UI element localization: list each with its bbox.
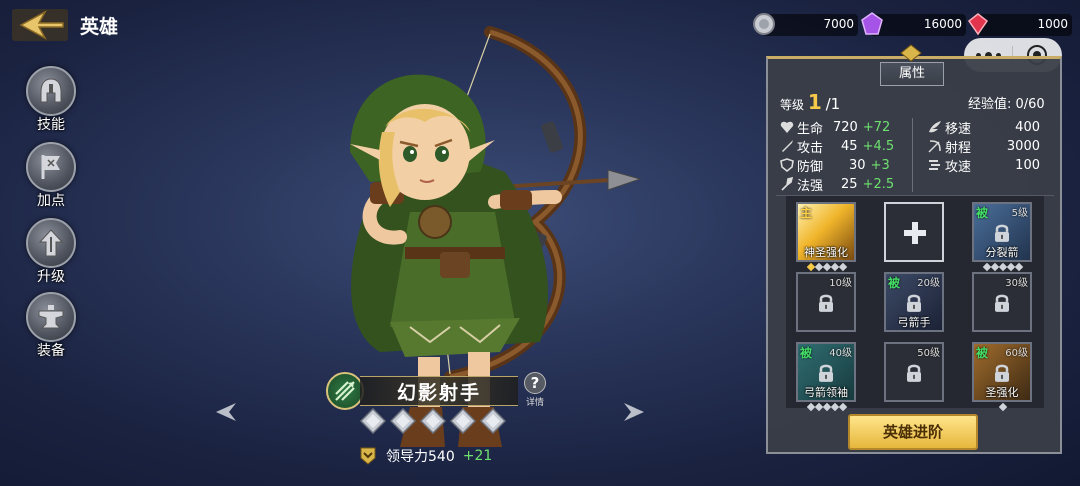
level-display: 等级 1 /1	[780, 90, 841, 114]
skill-star-icon	[998, 402, 1008, 412]
stat-defense: 防御 30 +3	[780, 156, 890, 175]
wing-icon	[928, 120, 942, 134]
skill-star-rating	[998, 402, 1008, 412]
purple-gem-icon	[858, 10, 886, 38]
speed-icon	[928, 158, 942, 172]
skill-star-rating	[806, 262, 848, 272]
skill-name: 弓箭手	[897, 316, 931, 329]
lock-icon	[995, 364, 1009, 382]
skill-slot[interactable]: 被 60级圣强化	[972, 342, 1032, 402]
skill-level-requirement: 20级	[917, 278, 940, 289]
sword-icon	[780, 139, 794, 153]
equipment-menu-button[interactable]: 装备	[20, 292, 90, 364]
stat-magic: 法强 25 +2.5	[780, 175, 894, 194]
upgrade-arrow-icon	[26, 218, 76, 268]
skill-level-requirement: 60级	[1005, 348, 1028, 359]
lock-icon	[995, 294, 1009, 312]
plus-icon	[904, 222, 926, 244]
skill-level-requirement: 30级	[1005, 278, 1028, 289]
skill-type-tag: 被	[800, 346, 813, 360]
skill-star-rating	[806, 402, 848, 412]
silver-coin-icon	[750, 10, 778, 38]
details-button[interactable]: ? 详情	[520, 372, 550, 408]
shield-icon	[780, 158, 794, 172]
lock-icon	[819, 364, 833, 382]
back-arrow-icon	[12, 9, 68, 41]
stat-divider	[912, 118, 913, 192]
heart-icon	[780, 120, 794, 134]
archer-class-icon	[326, 372, 364, 410]
currency-red-gem: 1000	[967, 13, 1072, 36]
flag-icon	[26, 142, 76, 192]
skill-star-icon	[1014, 262, 1024, 272]
lock-icon	[907, 294, 921, 312]
skill-slot[interactable]: 被 40级弓箭领袖	[796, 342, 856, 402]
skill-star-icon	[838, 402, 848, 412]
skill-name: 分裂箭	[985, 246, 1019, 259]
skill-name: 圣强化	[985, 386, 1019, 399]
skill-slot[interactable]: 被 20级弓箭手	[884, 272, 944, 332]
arrow-left-icon	[216, 403, 236, 421]
hero-advance-button[interactable]: 英雄进阶	[848, 414, 978, 450]
hero-star-rating	[360, 408, 506, 434]
skill-type-tag: 主	[800, 206, 813, 220]
question-icon: ?	[524, 372, 546, 394]
points-menu-button[interactable]: 加点	[20, 142, 90, 214]
skill-name: 神圣强化	[804, 246, 848, 259]
stat-attack-speed: 攻速 100	[928, 156, 1040, 175]
stat-hp: 生命 720 +72	[780, 118, 890, 137]
skill-level-requirement: 50级	[917, 348, 940, 359]
skill-slot[interactable]: 50级	[884, 342, 944, 402]
helmet-icon	[26, 66, 76, 116]
skills-menu-button[interactable]: 技能	[20, 66, 90, 138]
stat-move-speed: 移速 400	[928, 118, 1040, 137]
anvil-icon	[26, 292, 76, 342]
stat-range: 射程 3000	[928, 137, 1040, 156]
next-hero-button[interactable]	[622, 400, 646, 424]
leadership-info: 领导力540 +21	[358, 446, 492, 466]
skill-level-requirement: 5级	[1011, 208, 1028, 219]
add-skill-slot[interactable]	[884, 202, 944, 262]
skill-type-tag: 被	[976, 346, 989, 360]
star-icon	[450, 408, 476, 434]
exp-display: 经验值: 0/60	[968, 97, 1045, 112]
lock-icon	[995, 224, 1009, 242]
skill-level-requirement: 10级	[829, 278, 852, 289]
star-icon	[360, 408, 386, 434]
back-button[interactable]	[10, 6, 70, 44]
chevron-rank-icon	[360, 447, 376, 465]
tab-attributes[interactable]: 属性	[880, 62, 944, 86]
magic-icon	[780, 177, 794, 191]
stat-attack: 攻击 45 +4.5	[780, 137, 894, 156]
lock-icon	[819, 294, 833, 312]
skill-star-icon	[838, 262, 848, 272]
skill-slot[interactable]: 被 5级分裂箭	[972, 202, 1032, 262]
star-icon	[390, 408, 416, 434]
currency-purple-gem: 16000	[861, 12, 966, 36]
arrow-right-icon	[624, 403, 644, 421]
skill-level-requirement: 40级	[829, 348, 852, 359]
bow-icon	[928, 139, 942, 153]
upgrade-menu-button[interactable]: 升级	[20, 218, 90, 290]
currency-silver: 7000	[753, 13, 858, 36]
hero-name: 幻影射手	[360, 376, 518, 406]
skill-grid: 主神圣强化被 5级 分裂箭 10级被 20级 弓箭手 30级被 40级 弓箭领袖 50级被 60级圣…	[786, 196, 1044, 412]
skill-name: 弓箭领袖	[804, 386, 848, 399]
skill-slot[interactable]: 主神圣强化	[796, 202, 856, 262]
skill-type-tag: 被	[976, 206, 989, 220]
red-gem-icon	[964, 10, 992, 38]
skill-star-rating	[982, 262, 1024, 272]
skill-slot[interactable]: 30级	[972, 272, 1032, 332]
previous-hero-button[interactable]	[214, 400, 238, 424]
star-icon	[420, 408, 446, 434]
skill-slot[interactable]: 10级	[796, 272, 856, 332]
page-title: 英雄	[80, 16, 119, 38]
star-icon	[480, 408, 506, 434]
skill-type-tag: 被	[888, 276, 901, 290]
lock-icon	[907, 364, 921, 382]
panel-ornament-icon	[900, 44, 922, 62]
